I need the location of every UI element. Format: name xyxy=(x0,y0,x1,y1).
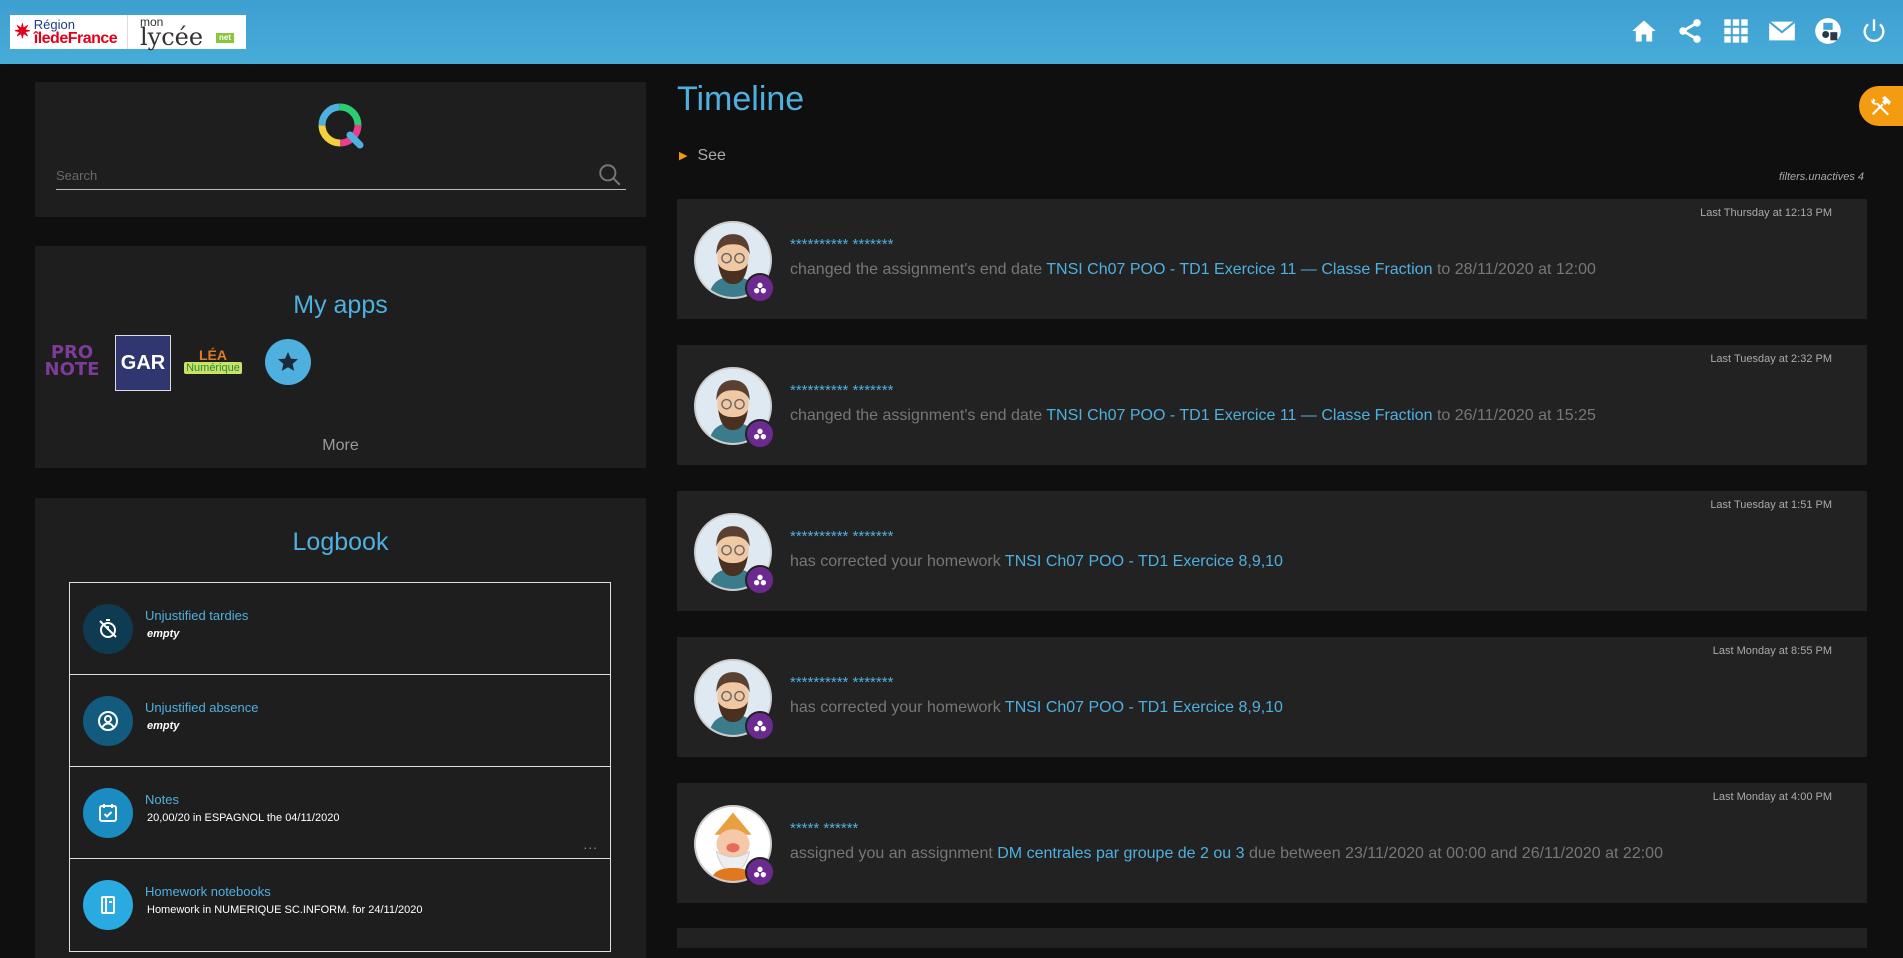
app-favorites[interactable] xyxy=(265,339,311,385)
share-icon[interactable] xyxy=(1673,14,1707,48)
card-link[interactable]: TNSI Ch07 POO - TD1 Exercice 11 — Classe… xyxy=(1046,407,1432,424)
region-star-icon: ✷ xyxy=(14,21,31,43)
see-label: See xyxy=(697,147,726,164)
app-gar-label: GAR xyxy=(120,351,166,374)
region-logo-line1: Région xyxy=(33,16,75,32)
card-link[interactable]: DM centrales par groupe de 2 ou 3 xyxy=(997,845,1244,862)
app-gar[interactable]: GAR xyxy=(115,335,171,391)
timeline-card: Last Thursday at 12:13 PM ********** ****… xyxy=(677,199,1867,319)
more-apps-link[interactable]: More xyxy=(35,437,646,455)
app-lea-line1: LÉA xyxy=(199,347,227,363)
search-icon[interactable] xyxy=(597,162,623,188)
timeline-card: Last Monday at 4:00 PM ***** ****** assign… xyxy=(677,783,1867,903)
card-timestamp: Last Tuesday at 1:51 PM xyxy=(1710,499,1832,511)
card-text: has corrected your homework TNSI Ch07 PO… xyxy=(790,553,1283,571)
app-badge-icon xyxy=(745,857,775,887)
logbook-row-value: Homework in NUMERIQUE SC.INFORM. for 24/… xyxy=(147,904,423,916)
logos[interactable]: ✷ Région îledeFrance mon lycée net xyxy=(10,15,246,49)
card-link[interactable]: TNSI Ch07 POO - TD1 Exercice 8,9,10 xyxy=(1005,699,1283,716)
card-author[interactable]: ********** ******* xyxy=(790,382,893,399)
logbook-panel: Logbook Unjustified tardies empty Unjust… xyxy=(35,498,646,958)
top-bar: ✷ Région îledeFrance mon lycée net xyxy=(0,0,1903,64)
tools-button[interactable] xyxy=(1859,86,1903,126)
logbook-row-value: empty xyxy=(147,720,180,732)
app-badge-icon xyxy=(745,419,775,449)
timeline-card-partial xyxy=(677,928,1867,948)
apps-grid-icon[interactable] xyxy=(1719,14,1753,48)
timeline-card: Last Tuesday at 1:51 PM ********** ******… xyxy=(677,491,1867,611)
monlycee-logo-badge: net xyxy=(216,33,234,43)
tools-icon xyxy=(1871,96,1891,116)
search-input[interactable] xyxy=(56,166,626,190)
power-icon[interactable] xyxy=(1857,14,1891,48)
logbook-row-absence[interactable]: Unjustified absence empty xyxy=(70,675,610,767)
region-logo-line2: îledeFrance xyxy=(33,29,118,47)
star-icon xyxy=(278,352,298,371)
logbook-row-tardies[interactable]: Unjustified tardies empty xyxy=(70,583,610,675)
home-icon[interactable] xyxy=(1627,14,1661,48)
logbook-row-title[interactable]: Homework notebooks xyxy=(145,884,271,899)
card-text-after: to 26/11/2020 at 15:25 xyxy=(1436,407,1596,424)
person-circle-icon xyxy=(83,696,133,746)
card-author[interactable]: ***** ****** xyxy=(790,820,858,837)
search-panel xyxy=(35,82,646,217)
card-link[interactable]: TNSI Ch07 POO - TD1 Exercice 11 — Classe… xyxy=(1046,261,1432,278)
app-badge-icon xyxy=(745,273,775,303)
card-link[interactable]: TNSI Ch07 POO - TD1 Exercice 8,9,10 xyxy=(1005,553,1283,570)
calendar-check-icon xyxy=(83,788,133,838)
logbook-row-value: empty xyxy=(147,628,180,640)
card-author[interactable]: ********** ******* xyxy=(790,236,893,253)
timer-off-icon xyxy=(83,604,133,654)
more-options-icon[interactable]: ... xyxy=(583,836,598,852)
card-text-before: changed the assignment's end date xyxy=(790,407,1043,424)
card-author[interactable]: ********** ******* xyxy=(790,674,893,691)
app-lea-line2: Numérique xyxy=(184,362,242,374)
my-apps-panel: My apps PRO NOTE GAR LÉA Numérique More xyxy=(35,246,646,468)
logbook-row-homework[interactable]: Homework notebooks Homework in NUMERIQUE… xyxy=(70,859,610,951)
card-text: changed the assignment's end date TNSI C… xyxy=(790,261,1596,279)
monlycee-logo[interactable]: mon lycée net xyxy=(128,15,246,49)
see-filters-toggle[interactable]: ▶ See xyxy=(679,147,726,165)
notebook-icon xyxy=(83,880,133,930)
timeline-card: Last Tuesday at 2:32 PM ********** ******… xyxy=(677,345,1867,465)
logbook-row-title[interactable]: Unjustified absence xyxy=(145,700,258,715)
card-text: changed the assignment's end date TNSI C… xyxy=(790,407,1596,425)
app-lea-numerique[interactable]: LÉA Numérique xyxy=(184,333,242,389)
user-account-icon[interactable] xyxy=(1811,14,1845,48)
triangle-right-icon: ▶ xyxy=(679,150,688,162)
card-text-before: changed the assignment's end date xyxy=(790,261,1043,278)
app-badge-icon xyxy=(745,565,775,595)
region-logo[interactable]: ✷ Région îledeFrance xyxy=(10,15,128,49)
app-pronote-line2: NOTE xyxy=(44,359,100,380)
logbook-title: Logbook xyxy=(292,528,389,556)
card-author[interactable]: ********** ******* xyxy=(790,528,893,545)
logbook-row-title[interactable]: Notes xyxy=(145,792,179,807)
card-text-before: has corrected your homework xyxy=(790,553,1001,570)
card-timestamp: Last Monday at 8:55 PM xyxy=(1712,645,1832,657)
card-text-before: has corrected your homework xyxy=(790,699,1001,716)
card-text: has corrected your homework TNSI Ch07 PO… xyxy=(790,699,1283,717)
app-badge-icon xyxy=(745,711,775,741)
card-timestamp: Last Monday at 4:00 PM xyxy=(1712,791,1832,803)
my-apps-title: My apps xyxy=(293,291,388,319)
card-text: assigned you an assignment DM centrales … xyxy=(790,845,1663,863)
mail-icon[interactable] xyxy=(1765,14,1799,48)
filters-note: filters.unactives 4 xyxy=(1779,171,1864,183)
app-pronote[interactable]: PRO NOTE xyxy=(44,333,100,389)
card-timestamp: Last Tuesday at 2:32 PM xyxy=(1710,353,1832,365)
logbook-row-title[interactable]: Unjustified tardies xyxy=(145,608,248,623)
timeline-card: Last Monday at 8:55 PM ********** *******… xyxy=(677,637,1867,757)
logbook-row-notes[interactable]: Notes 20,00/20 in ESPAGNOL the 04/11/202… xyxy=(70,767,610,859)
logbook-list: Unjustified tardies empty Unjustified ab… xyxy=(69,582,611,952)
card-text-after: due between 23/11/2020 at 00:00 and 26/1… xyxy=(1248,845,1663,862)
logbook-row-value: 20,00/20 in ESPAGNOL the 04/11/2020 xyxy=(147,812,340,824)
q-logo-icon xyxy=(318,103,364,149)
page-title: Timeline xyxy=(677,80,805,118)
card-text-before: assigned you an assignment xyxy=(790,845,993,862)
card-text-after: to 28/11/2020 at 12:00 xyxy=(1436,261,1596,278)
card-timestamp: Last Thursday at 12:13 PM xyxy=(1700,207,1832,219)
